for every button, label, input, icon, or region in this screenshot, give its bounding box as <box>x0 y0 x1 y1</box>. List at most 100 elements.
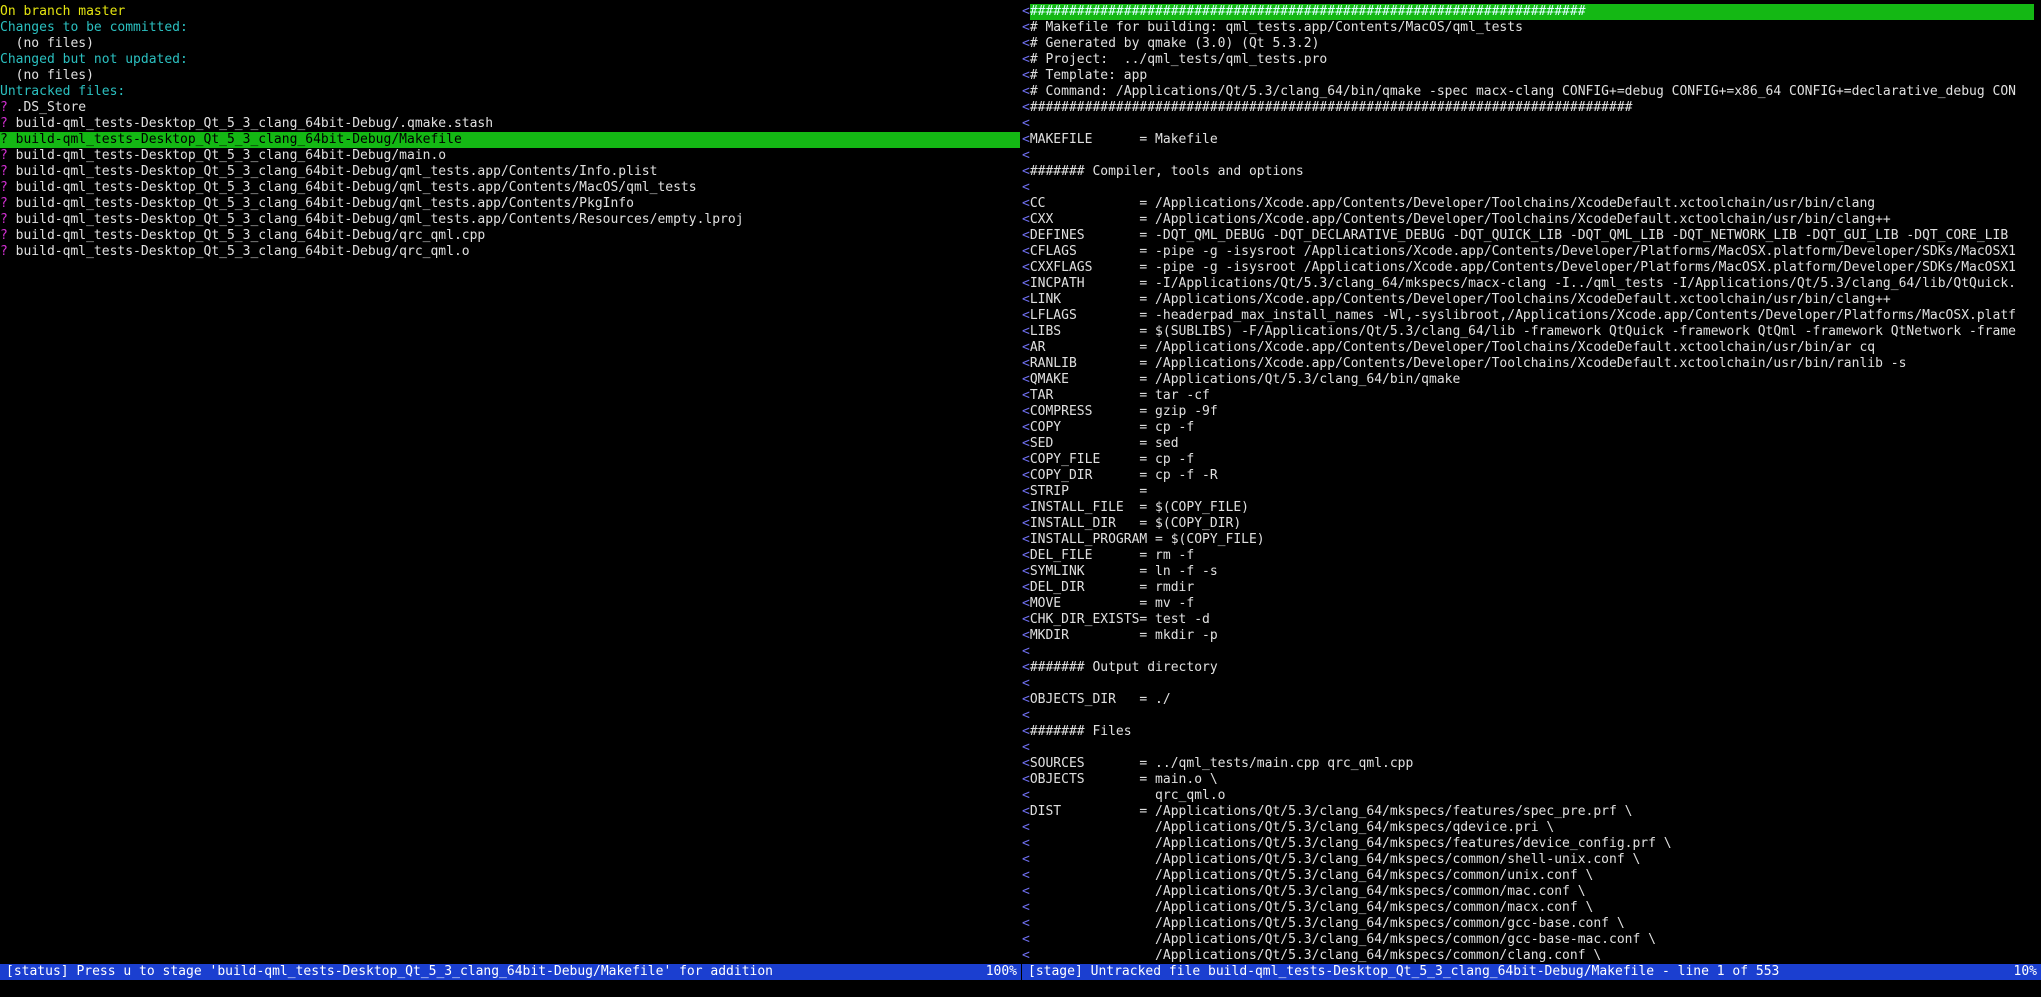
file-path: build-qml_tests-Desktop_Qt_5_3_clang_64b… <box>7 132 462 147</box>
makefile-line: < /Applications/Qt/5.3/clang_64/mkspecs/… <box>1022 948 2041 964</box>
file-path: build-qml_tests-Desktop_Qt_5_3_clang_64b… <box>7 148 447 163</box>
line-text: /Applications/Qt/5.3/clang_64/mkspecs/qd… <box>1029 820 1555 835</box>
untracked-marker: ? <box>0 100 8 115</box>
line-text: /Applications/Qt/5.3/clang_64/mkspecs/co… <box>1029 948 1602 963</box>
untracked-file-row[interactable]: ? build-qml_tests-Desktop_Qt_5_3_clang_6… <box>0 244 1020 260</box>
line-text: MKDIR = mkdir -p <box>1029 628 1218 643</box>
makefile-line: < qrc_qml.o <box>1022 788 2041 804</box>
line-text: SED = sed <box>1029 436 1179 451</box>
status-pane[interactable]: On branch master Changes to be committed:… <box>0 4 1020 964</box>
makefile-line: < /Applications/Qt/5.3/clang_64/mkspecs/… <box>1022 868 2041 884</box>
line-text: MOVE = mv -f <box>1029 596 1195 611</box>
line-text: DEL_FILE = rm -f <box>1029 548 1195 563</box>
line-text: SOURCES = ../qml_tests/main.cpp qrc_qml.… <box>1029 756 1414 771</box>
makefile-line: <DIST = /Applications/Qt/5.3/clang_64/mk… <box>1022 804 2041 820</box>
untracked-file-row[interactable]: ? .DS_Store <box>0 100 1020 116</box>
gutter-marker: < <box>1022 212 1030 227</box>
untracked-marker: ? <box>0 228 8 243</box>
line-text: OBJECTS = main.o \ <box>1029 772 1218 787</box>
gutter-marker: < <box>1022 596 1030 611</box>
line-text: CFLAGS = -pipe -g -isysroot /Application… <box>1029 244 2016 259</box>
untracked-marker: ? <box>0 196 8 211</box>
gutter-marker: < <box>1022 52 1030 67</box>
gutter-marker: < <box>1022 836 1030 851</box>
makefile-line: <#######################################… <box>1022 100 2041 116</box>
line-text: ####### Files <box>1029 724 1132 739</box>
status-note: (no files) <box>0 68 94 83</box>
gutter-marker: < <box>1022 932 1030 947</box>
gutter-marker: < <box>1022 340 1030 355</box>
untracked-file-row[interactable]: ? build-qml_tests-Desktop_Qt_5_3_clang_6… <box>0 228 1020 244</box>
gutter-marker: < <box>1022 36 1030 51</box>
makefile-line: <# Generated by qmake (3.0) (Qt 5.3.2) <box>1022 36 2041 52</box>
line-text: CXX = /Applications/Xcode.app/Contents/D… <box>1029 212 1891 227</box>
stage-pane[interactable]: <#######################################… <box>1022 4 2041 964</box>
makefile-line: <CXX = /Applications/Xcode.app/Contents/… <box>1022 212 2041 228</box>
status-bar-left: [status] Press u to stage 'build-qml_tes… <box>0 964 1021 980</box>
line-text: ########################################… <box>1029 100 1633 115</box>
gutter-marker: < <box>1022 100 1030 115</box>
untracked-marker: ? <box>0 148 8 163</box>
makefile-line: <DEL_DIR = rmdir <box>1022 580 2041 596</box>
line-text: AR = /Applications/Xcode.app/Contents/De… <box>1029 340 1876 355</box>
stage-bar-text: [stage] Untracked file build-qml_tests-D… <box>1028 964 1780 979</box>
gutter-marker: < <box>1022 116 1030 131</box>
untracked-file-row[interactable]: ? build-qml_tests-Desktop_Qt_5_3_clang_6… <box>0 116 1020 132</box>
makefile-line: < /Applications/Qt/5.3/clang_64/mkspecs/… <box>1022 932 2041 948</box>
makefile-line: < /Applications/Qt/5.3/clang_64/mkspecs/… <box>1022 916 2041 932</box>
makefile-line: <OBJECTS_DIR = ./ <box>1022 692 2041 708</box>
makefile-line: <####### Compiler, tools and options <box>1022 164 2041 180</box>
gutter-marker: < <box>1022 436 1030 451</box>
gutter-marker: < <box>1022 692 1030 707</box>
untracked-file-row[interactable]: ? build-qml_tests-Desktop_Qt_5_3_clang_6… <box>0 212 1020 228</box>
section-header: Untracked files: <box>0 84 126 99</box>
gutter-marker: < <box>1022 4 1030 19</box>
untracked-file-row[interactable]: ? build-qml_tests-Desktop_Qt_5_3_clang_6… <box>0 196 1020 212</box>
line-text: # Generated by qmake (3.0) (Qt 5.3.2) <box>1029 36 1320 51</box>
line-text: SYMLINK = ln -f -s <box>1029 564 1218 579</box>
gutter-marker: < <box>1022 644 1030 659</box>
line-text: /Applications/Qt/5.3/clang_64/mkspecs/co… <box>1029 900 1594 915</box>
makefile-line: <####### Output directory <box>1022 660 2041 676</box>
gutter-marker: < <box>1022 532 1030 547</box>
gutter-marker: < <box>1022 356 1030 371</box>
makefile-line: < <box>1022 644 2041 660</box>
untracked-marker: ? <box>0 212 8 227</box>
line-text: /Applications/Qt/5.3/clang_64/mkspecs/co… <box>1029 852 1641 867</box>
makefile-line: < <box>1022 708 2041 724</box>
makefile-line: <MAKEFILE = Makefile <box>1022 132 2041 148</box>
makefile-line: <LINK = /Applications/Xcode.app/Contents… <box>1022 292 2041 308</box>
line-text: /Applications/Qt/5.3/clang_64/mkspecs/co… <box>1029 932 1656 947</box>
untracked-file-row[interactable]: ? build-qml_tests-Desktop_Qt_5_3_clang_6… <box>0 148 1020 164</box>
line-text: TAR = tar -cf <box>1029 388 1210 403</box>
makefile-line: < <box>1022 180 2041 196</box>
gutter-marker: < <box>1022 580 1030 595</box>
makefile-line: <RANLIB = /Applications/Xcode.app/Conten… <box>1022 356 2041 372</box>
gutter-marker: < <box>1022 228 1030 243</box>
makefile-line: <DEFINES = -DQT_QML_DEBUG -DQT_DECLARATI… <box>1022 228 2041 244</box>
selected-file-row[interactable]: ? build-qml_tests-Desktop_Qt_5_3_clang_6… <box>0 132 1020 148</box>
file-path: build-qml_tests-Desktop_Qt_5_3_clang_64b… <box>7 212 744 227</box>
gutter-marker: < <box>1022 516 1030 531</box>
untracked-file-row[interactable]: ? build-qml_tests-Desktop_Qt_5_3_clang_6… <box>0 164 1020 180</box>
makefile-line: <CC = /Applications/Xcode.app/Contents/D… <box>1022 196 2041 212</box>
gutter-marker: < <box>1022 708 1030 723</box>
makefile-line: <COPY = cp -f <box>1022 420 2041 436</box>
gutter-marker: < <box>1022 820 1030 835</box>
gutter-marker: < <box>1022 276 1030 291</box>
gutter-marker: < <box>1022 740 1030 755</box>
untracked-file-row[interactable]: ? build-qml_tests-Desktop_Qt_5_3_clang_6… <box>0 180 1020 196</box>
gutter-marker: < <box>1022 484 1030 499</box>
untracked-marker: ? <box>0 116 8 131</box>
gutter-marker: < <box>1022 852 1030 867</box>
gutter-marker: < <box>1022 804 1030 819</box>
line-text: RANLIB = /Applications/Xcode.app/Content… <box>1029 356 1907 371</box>
gutter-marker: < <box>1022 548 1030 563</box>
line-text: # Command: /Applications/Qt/5.3/clang_64… <box>1029 84 2016 99</box>
gutter-marker: < <box>1022 788 1030 803</box>
line-text: COMPRESS = gzip -9f <box>1029 404 1218 419</box>
gutter-marker: < <box>1022 260 1030 275</box>
gutter-marker: < <box>1022 68 1030 83</box>
makefile-line: <MKDIR = mkdir -p <box>1022 628 2041 644</box>
line-text: CHK_DIR_EXISTS= test -d <box>1029 612 1210 627</box>
